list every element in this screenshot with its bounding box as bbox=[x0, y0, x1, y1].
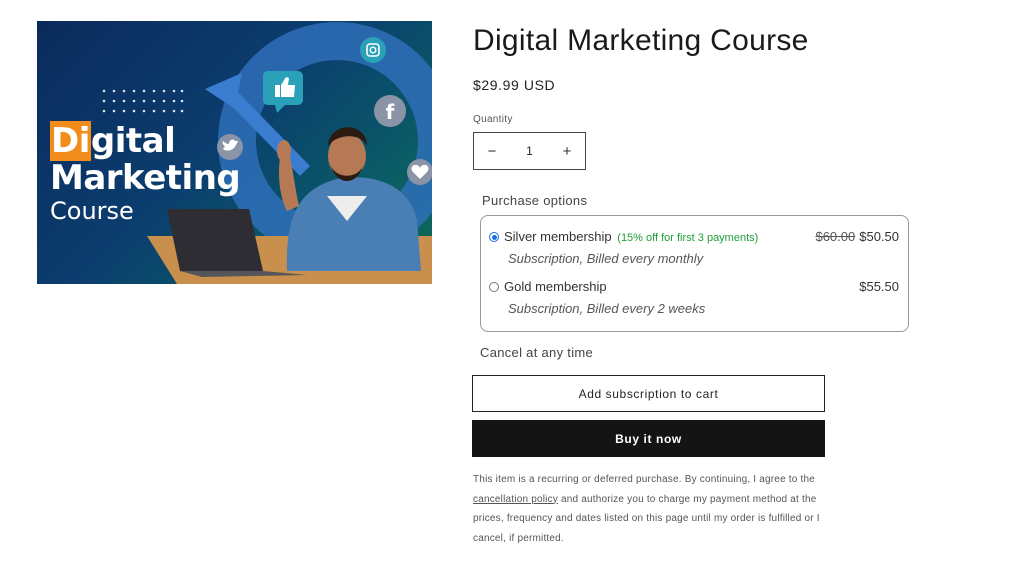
quantity-increase-button[interactable]: + bbox=[561, 143, 573, 160]
purchase-options-label: Purchase options bbox=[482, 193, 588, 208]
quantity-decrease-button[interactable]: − bbox=[486, 143, 498, 160]
quantity-input[interactable]: 1 bbox=[526, 144, 533, 158]
purchase-options-box: Silver membership (15% off for first 3 p… bbox=[480, 215, 909, 332]
image-title-highlight: Di bbox=[50, 121, 91, 161]
image-title-line1: gital bbox=[90, 121, 176, 161]
buy-it-now-button[interactable]: Buy it now bbox=[472, 420, 825, 457]
silver-radio[interactable] bbox=[489, 232, 499, 242]
image-title-line3: Course bbox=[50, 197, 134, 225]
silver-name: Silver membership bbox=[504, 229, 612, 244]
gold-name: Gold membership bbox=[504, 279, 607, 294]
product-image[interactable]: f Digital Marketing Course bbox=[37, 21, 432, 284]
silver-description: Subscription, Billed every monthly bbox=[508, 251, 704, 266]
silver-price: $50.50 bbox=[859, 229, 899, 244]
like-icon bbox=[263, 71, 303, 113]
silver-discount-note: (15% off for first 3 payments) bbox=[617, 232, 759, 244]
disclaimer-text-start: This item is a recurring or deferred pur… bbox=[473, 474, 816, 485]
product-price: $29.99 USD bbox=[473, 77, 556, 93]
recurring-purchase-disclaimer: This item is a recurring or deferred pur… bbox=[473, 470, 833, 548]
image-title: Digital Marketing Course bbox=[50, 121, 241, 225]
cancel-anytime-text: Cancel at any time bbox=[480, 345, 594, 360]
dots-decoration bbox=[102, 89, 184, 113]
svg-text:f: f bbox=[386, 100, 395, 124]
heart-icon bbox=[407, 159, 432, 185]
person-illustration bbox=[277, 127, 421, 271]
gold-radio[interactable] bbox=[489, 282, 499, 292]
facebook-icon: f bbox=[374, 95, 406, 127]
product-title: Digital Marketing Course bbox=[473, 24, 809, 57]
silver-old-price: $60.00 bbox=[815, 229, 856, 244]
quantity-stepper: − 1 + bbox=[473, 132, 586, 170]
cancellation-policy-link[interactable]: cancellation policy bbox=[473, 494, 558, 505]
image-title-line2: Marketing bbox=[50, 158, 241, 198]
instagram-icon bbox=[360, 37, 386, 63]
gold-description: Subscription, Billed every 2 weeks bbox=[508, 301, 706, 316]
quantity-label: Quantity bbox=[473, 114, 513, 125]
add-subscription-to-cart-button[interactable]: Add subscription to cart bbox=[472, 375, 825, 412]
gold-price: $55.50 bbox=[859, 279, 899, 294]
